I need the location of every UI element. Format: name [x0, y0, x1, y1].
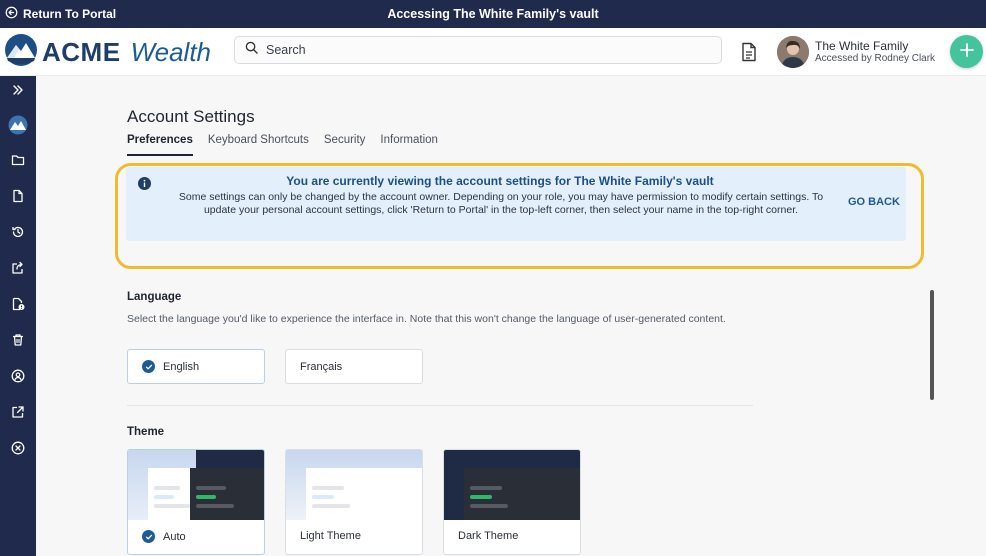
sidebar-item-home[interactable] — [6, 115, 30, 139]
top-bar: Return To Portal Accessing The White Fam… — [0, 0, 986, 28]
user-circle-icon — [11, 369, 25, 388]
folder-icon — [11, 153, 25, 172]
tab-preferences[interactable]: Preferences — [127, 134, 193, 156]
vault-owner-name: The White Family — [815, 39, 909, 53]
mountain-logo-icon — [4, 33, 38, 72]
share-icon — [11, 261, 25, 280]
sidebar-item-share[interactable] — [6, 258, 30, 282]
sidebar-item-alerts[interactable] — [6, 294, 30, 318]
tab-information[interactable]: Information — [380, 134, 438, 156]
theme-option-label: Auto — [163, 530, 186, 543]
language-section-title: Language — [127, 291, 182, 303]
info-banner: You are currently viewing the account se… — [126, 167, 906, 241]
content-scrollbar[interactable] — [930, 290, 934, 400]
logo-acme-text: ACME — [42, 36, 121, 67]
close-circle-icon — [11, 441, 25, 460]
search-input[interactable] — [266, 43, 686, 57]
add-button[interactable] — [950, 35, 983, 68]
section-divider — [127, 405, 753, 406]
search-icon — [245, 41, 258, 59]
plus-icon — [959, 43, 974, 60]
check-icon — [142, 360, 155, 373]
language-option-label: Français — [300, 360, 343, 373]
language-description: Select the language you'd like to experi… — [127, 313, 726, 325]
banner-title: You are currently viewing the account se… — [286, 174, 714, 188]
theme-section-title: Theme — [127, 426, 165, 438]
check-icon — [142, 530, 155, 543]
settings-tabs: Preferences Keyboard Shortcuts Security … — [127, 134, 453, 156]
sidebar-item-documents[interactable] — [6, 186, 30, 210]
language-option-label: English — [163, 360, 200, 373]
theme-option-light[interactable]: Light Theme — [285, 449, 423, 555]
theme-label-row: Dark Theme — [458, 530, 518, 542]
logo-wealth-text: Wealth — [130, 36, 212, 67]
document-icon — [11, 189, 25, 208]
theme-label-row: Light Theme — [300, 530, 361, 542]
theme-option-label: Light Theme — [300, 530, 361, 542]
sidebar-item-exit[interactable] — [6, 438, 30, 462]
tab-security[interactable]: Security — [324, 134, 366, 156]
trash-icon — [11, 333, 25, 352]
theme-option-label: Dark Theme — [458, 530, 519, 542]
sidebar-expand[interactable] — [6, 80, 30, 104]
chevrons-right-icon — [11, 83, 25, 102]
history-icon — [11, 225, 25, 244]
banner-body: Some settings can only be changed by the… — [178, 191, 824, 216]
sidebar-item-contacts[interactable] — [6, 366, 30, 390]
search-bar[interactable] — [234, 36, 722, 64]
tab-keyboard-shortcuts[interactable]: Keyboard Shortcuts — [208, 134, 309, 156]
documents-button[interactable] — [740, 42, 758, 62]
theme-option-dark[interactable]: Dark Theme — [443, 449, 581, 555]
logo-mountain-icon — [8, 115, 28, 140]
theme-preview-light — [286, 450, 422, 520]
sidebar — [0, 76, 36, 556]
language-option-french[interactable]: Français — [285, 349, 423, 384]
acme-wealth-logo[interactable]: ACME Wealth — [4, 33, 212, 72]
document-alert-icon — [11, 297, 25, 316]
theme-preview-dark — [444, 450, 580, 520]
theme-label-row: Auto — [142, 530, 186, 543]
sidebar-item-history[interactable] — [6, 222, 30, 246]
sidebar-item-external[interactable] — [6, 402, 30, 426]
vault-access-title: Accessing The White Family's vault — [387, 7, 599, 21]
sidebar-item-folders[interactable] — [6, 150, 30, 174]
theme-option-auto[interactable]: Auto — [127, 449, 265, 555]
app-header: ACME Wealth The White Family Accessed by… — [0, 28, 986, 76]
user-avatar[interactable] — [777, 36, 809, 68]
page-title: Account Settings — [127, 107, 255, 126]
go-back-button[interactable]: GO BACK — [848, 196, 900, 208]
accessed-by-text: Accessed by Rodney Clark — [815, 53, 936, 64]
sidebar-item-trash[interactable] — [6, 330, 30, 354]
external-link-icon — [11, 405, 25, 424]
theme-preview-auto — [128, 450, 264, 520]
document-icon — [740, 42, 758, 66]
language-option-english[interactable]: English — [127, 349, 265, 384]
